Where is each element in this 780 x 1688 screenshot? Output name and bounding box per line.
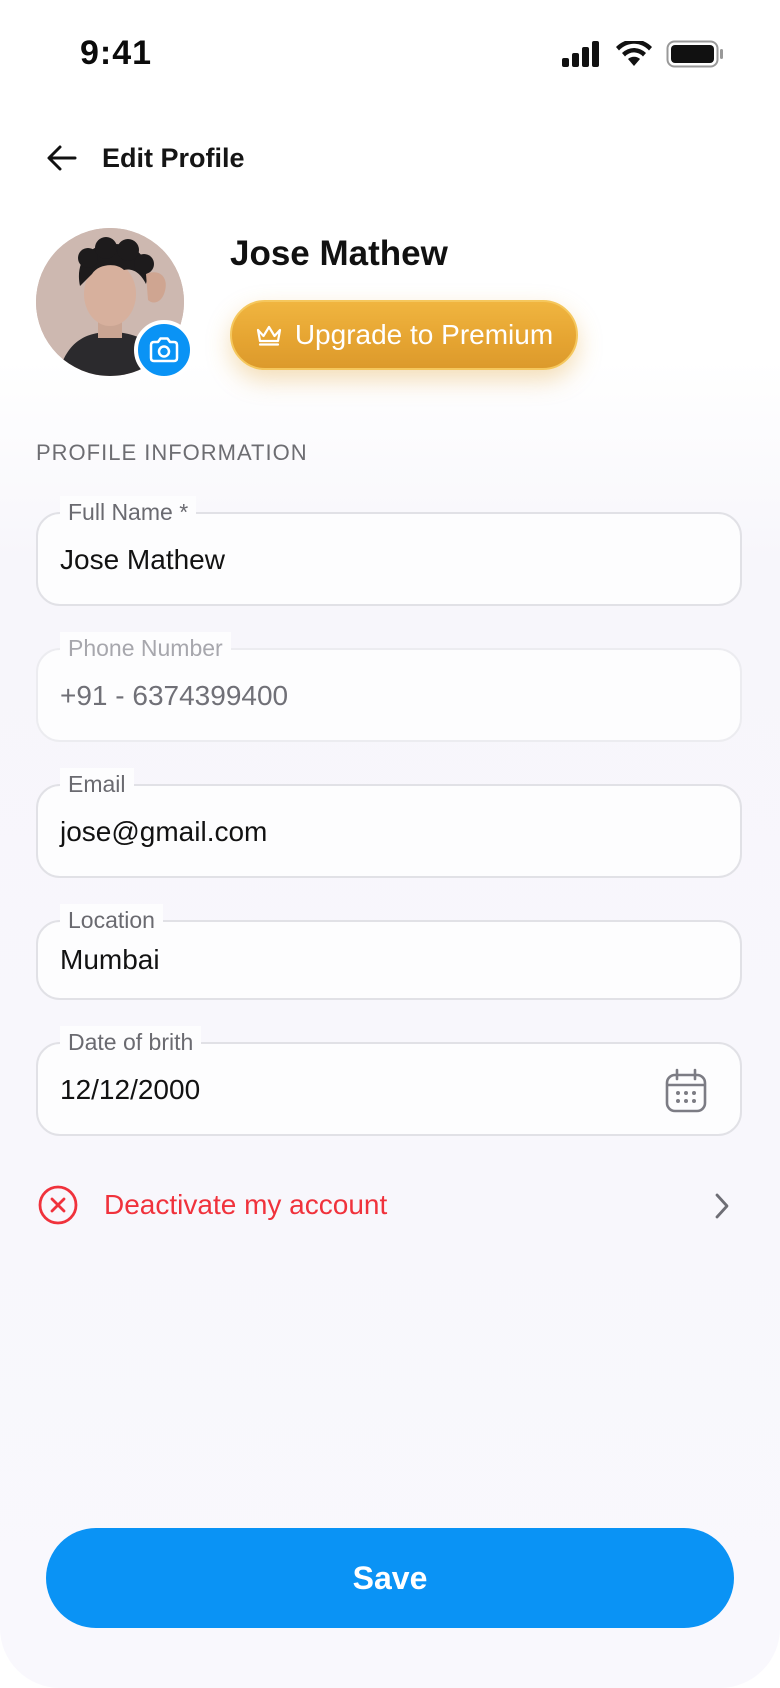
crown-icon <box>256 325 281 346</box>
deactivate-account-label: Deactivate my account <box>104 1189 388 1220</box>
upgrade-premium-label: Upgrade to Premium <box>294 319 554 350</box>
upgrade-premium-button[interactable]: Upgrade to Premium <box>230 300 578 370</box>
status-icons <box>562 40 724 68</box>
back-button[interactable] <box>40 136 84 180</box>
camera-icon <box>149 337 179 363</box>
top-nav: Edit Profile <box>40 132 245 184</box>
calendar-icon[interactable] <box>664 1068 708 1114</box>
change-photo-button[interactable] <box>134 320 194 380</box>
full-name-value: Jose Mathew <box>60 544 225 575</box>
date-of-birth-field[interactable]: Date of brith 12/12/2000 <box>36 1026 742 1136</box>
phone-number-value: +91 - 6374399400 <box>60 680 289 711</box>
save-button-label: Save <box>352 1559 428 1596</box>
status-bar: 9:41 <box>0 0 780 110</box>
location-value: Mumbai <box>60 944 160 975</box>
back-arrow-icon <box>47 145 77 171</box>
close-circle-icon <box>38 1185 78 1225</box>
wifi-icon <box>616 41 652 66</box>
signal-icon <box>562 41 599 67</box>
location-label: Location <box>60 904 163 936</box>
battery-icon <box>666 40 723 68</box>
phone-number-field[interactable]: Phone Number +91 - 6374399400 <box>36 632 742 742</box>
date-of-birth-value: 12/12/2000 <box>60 1074 201 1105</box>
email-field[interactable]: Email jose@gmail.com <box>36 768 742 878</box>
profile-name: Jose Mathew <box>230 234 448 273</box>
email-value: jose@gmail.com <box>60 816 268 847</box>
save-button[interactable]: Save <box>46 1528 734 1628</box>
section-title: PROFILE INFORMATION <box>36 440 308 465</box>
email-label: Email <box>60 768 134 800</box>
page-title: Edit Profile <box>102 142 245 173</box>
date-of-birth-label: Date of brith <box>60 1026 202 1058</box>
full-name-label: Full Name * <box>60 496 197 528</box>
full-name-field[interactable]: Full Name * Jose Mathew <box>36 496 742 606</box>
avatar-container <box>36 228 194 380</box>
status-time: 9:41 <box>80 34 153 72</box>
deactivate-account-row[interactable]: Deactivate my account <box>36 1180 742 1230</box>
chevron-right-icon <box>715 1193 729 1219</box>
location-field[interactable]: Location Mumbai <box>36 904 742 1000</box>
phone-number-label: Phone Number <box>60 632 231 664</box>
